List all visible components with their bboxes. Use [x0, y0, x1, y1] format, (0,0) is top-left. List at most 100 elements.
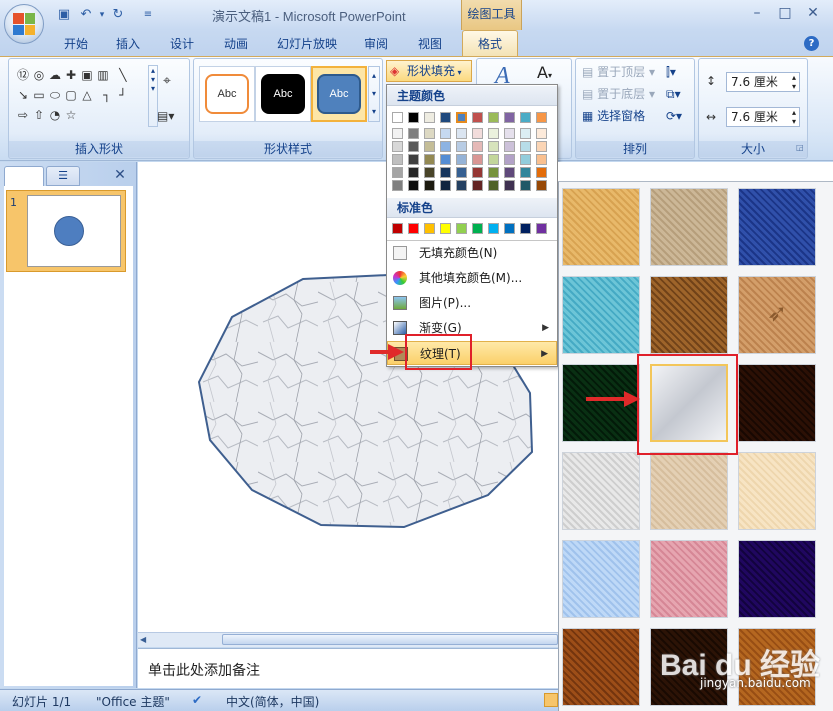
height-input[interactable]: 7.6 厘米 ▴ ▾ — [726, 72, 800, 92]
theme-shade-swatch[interactable] — [392, 128, 403, 139]
theme-shade-swatch[interactable] — [408, 154, 419, 165]
shape-fill-button[interactable]: ◈ 形状填充 ▾ — [386, 60, 472, 82]
selection-pane-button[interactable]: ▦ 选择窗格 — [582, 106, 645, 126]
theme-shade-swatch[interactable] — [408, 167, 419, 178]
texture-purple-mesh[interactable] — [738, 540, 816, 618]
theme-shade-swatch[interactable] — [472, 128, 483, 139]
theme-shade-swatch[interactable] — [440, 141, 451, 152]
theme-shade-swatch[interactable] — [520, 180, 531, 191]
texture-papyrus[interactable] — [562, 188, 640, 266]
theme-shade-swatch[interactable] — [424, 167, 435, 178]
shape-gallery[interactable]: ⑫ ◎ ☁ ✚ ▣ ▥ ╲ ↘ ▭ ⬭ ▢ △ ┐ ┘ ⇨ ⇧ ◔ ☆ — [15, 65, 145, 125]
minimize-button[interactable]: – — [744, 4, 770, 24]
texture-canvas[interactable] — [650, 188, 728, 266]
theme-color-swatch[interactable] — [488, 112, 499, 123]
tab-review[interactable]: 审阅 — [352, 34, 400, 56]
theme-shade-swatch[interactable] — [456, 167, 467, 178]
plus-shape-icon[interactable]: ✚ — [63, 68, 79, 82]
theme-shade-swatch[interactable] — [472, 141, 483, 152]
theme-shade-swatch[interactable] — [504, 141, 515, 152]
menu-no-fill[interactable]: 无填充颜色(N) — [387, 241, 557, 265]
theme-shade-swatch[interactable] — [488, 167, 499, 178]
theme-shade-swatch[interactable] — [408, 141, 419, 152]
texture-brown-marble[interactable] — [738, 364, 816, 442]
undo-dropdown-icon[interactable]: ▾ — [94, 8, 110, 22]
outline-tab[interactable]: ☰ — [46, 166, 80, 186]
style-preset-3-selected[interactable]: Abc — [311, 66, 367, 122]
theme-shade-swatch[interactable] — [536, 128, 547, 139]
theme-shade-swatch[interactable] — [408, 128, 419, 139]
redo-icon[interactable]: ↻ — [110, 8, 126, 22]
help-icon[interactable]: ? — [804, 36, 819, 51]
theme-shade-swatch[interactable] — [392, 141, 403, 152]
theme-shade-swatch[interactable] — [504, 154, 515, 165]
cloud-shape-icon[interactable]: ☁ — [47, 68, 63, 82]
texture-granite[interactable] — [562, 452, 640, 530]
theme-shade-swatch[interactable] — [424, 154, 435, 165]
theme-shade-swatch[interactable] — [456, 141, 467, 152]
theme-color-swatch[interactable] — [440, 112, 451, 123]
style-gallery-scroll[interactable]: ▴ ▾ ▾ — [368, 66, 380, 122]
texture-recycled-paper[interactable] — [738, 452, 816, 530]
height-spinner[interactable]: ▴ ▾ — [792, 73, 796, 91]
theme-shade-swatch[interactable] — [440, 154, 451, 165]
size-dialog-launcher-icon[interactable]: ◲ — [796, 143, 804, 152]
connector-shape-icon[interactable]: ┐ — [99, 88, 115, 102]
theme-shade-swatch[interactable] — [424, 128, 435, 139]
texture-paper-bag[interactable] — [650, 276, 728, 354]
standard-color-swatch[interactable] — [504, 223, 515, 234]
slides-tab[interactable] — [4, 166, 44, 186]
tab-animations[interactable]: 动画 — [212, 34, 260, 56]
theme-shade-swatch[interactable] — [440, 128, 451, 139]
normal-view-icon[interactable] — [544, 693, 558, 707]
width-input[interactable]: 7.6 厘米 ▴ ▾ — [726, 107, 800, 127]
theme-color-swatch[interactable] — [472, 112, 483, 123]
theme-shade-swatch[interactable] — [504, 128, 515, 139]
theme-shade-swatch[interactable] — [488, 141, 499, 152]
texture-denim[interactable] — [738, 188, 816, 266]
customize-qat-icon[interactable]: ≡ — [140, 8, 156, 22]
texture-pink-tissue[interactable] — [650, 540, 728, 618]
tab-view[interactable]: 视图 — [406, 34, 454, 56]
theme-shade-swatch[interactable] — [488, 128, 499, 139]
theme-shade-swatch[interactable] — [536, 180, 547, 191]
theme-color-swatch[interactable] — [392, 112, 403, 123]
save-icon[interactable]: ▣ — [56, 8, 72, 22]
width-spinner[interactable]: ▴ ▾ — [792, 108, 796, 126]
rectangle-shape-icon[interactable]: ▭ — [31, 88, 47, 102]
theme-shade-swatch[interactable] — [488, 180, 499, 191]
theme-shade-swatch[interactable] — [536, 141, 547, 152]
theme-shade-swatch[interactable] — [392, 167, 403, 178]
theme-shade-swatch[interactable] — [408, 180, 419, 191]
theme-color-swatch[interactable] — [520, 112, 531, 123]
theme-shade-swatch[interactable] — [392, 180, 403, 191]
image-shape-icon[interactable]: ▣ — [79, 68, 95, 82]
text-box-icon[interactable]: ▤▾ — [157, 109, 174, 123]
restore-button[interactable]: □ — [772, 4, 798, 24]
theme-shade-swatch[interactable] — [392, 154, 403, 165]
theme-shade-swatch[interactable] — [456, 154, 467, 165]
texture-blue-tissue[interactable] — [562, 540, 640, 618]
standard-color-swatch[interactable] — [440, 223, 451, 234]
elbow-shape-icon[interactable]: ┘ — [115, 88, 131, 102]
theme-shade-swatch[interactable] — [504, 167, 515, 178]
standard-color-swatch[interactable] — [408, 223, 419, 234]
group-icon[interactable]: ⧉▾ — [666, 84, 681, 104]
theme-shade-swatch[interactable] — [488, 154, 499, 165]
theme-shade-swatch[interactable] — [536, 167, 547, 178]
style-preset-2[interactable]: Abc — [255, 66, 311, 122]
edit-shape-icon[interactable]: ⌖ — [163, 73, 171, 89]
star-shape-icon[interactable]: ☆ — [63, 108, 79, 122]
close-panel-icon[interactable]: ✕ — [112, 166, 128, 184]
theme-shade-swatch[interactable] — [456, 128, 467, 139]
standard-color-swatch[interactable] — [424, 223, 435, 234]
tab-format[interactable]: 格式 — [462, 30, 518, 57]
theme-shade-swatch[interactable] — [520, 154, 531, 165]
tab-design[interactable]: 设计 — [158, 34, 206, 56]
theme-shade-swatch[interactable] — [456, 180, 467, 191]
standard-color-swatch[interactable] — [392, 223, 403, 234]
theme-shade-swatch[interactable] — [520, 167, 531, 178]
oval-shape-icon[interactable]: ◎ — [31, 68, 47, 82]
arrow-line-shape-icon[interactable]: ↘ — [15, 88, 31, 102]
tab-insert[interactable]: 插入 — [104, 34, 152, 56]
